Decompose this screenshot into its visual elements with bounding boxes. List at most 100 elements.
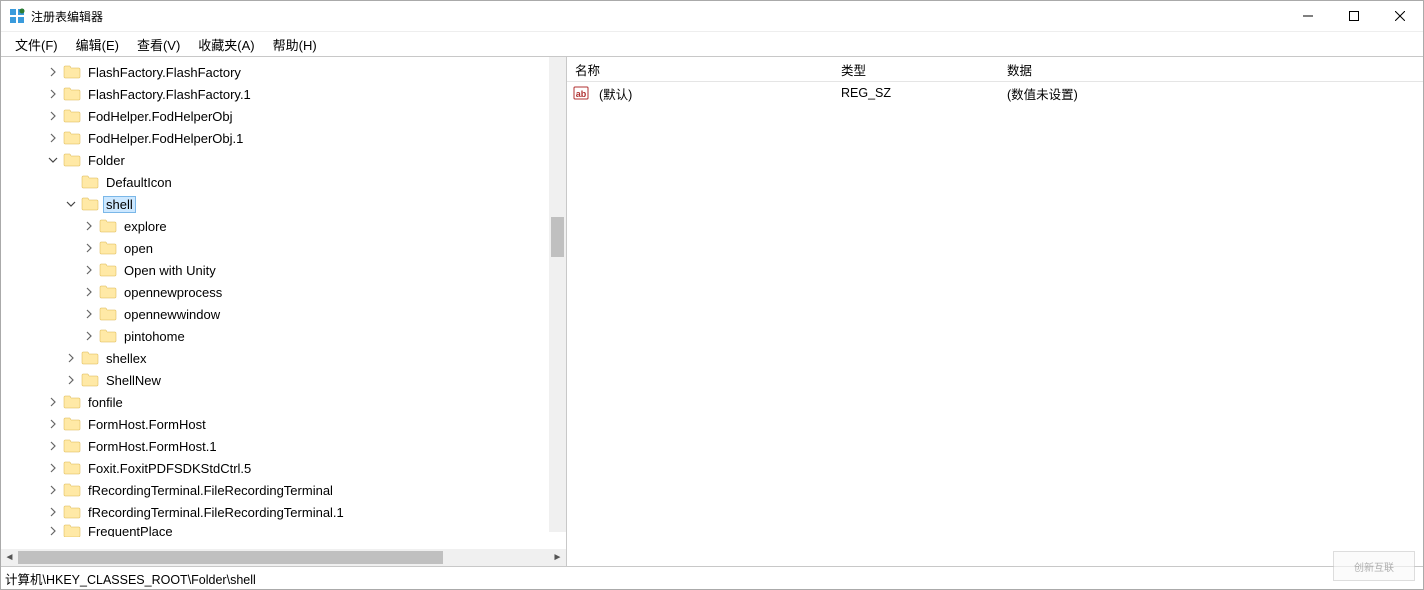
menu-favorites[interactable]: 收藏夹(A) xyxy=(190,33,262,56)
tree-item-label: shell xyxy=(103,196,136,213)
tree-item[interactable]: opennewwindow xyxy=(1,303,566,325)
folder-icon xyxy=(63,460,81,476)
tree-item-label: Foxit.FoxitPDFSDKStdCtrl.5 xyxy=(85,460,254,477)
menu-help[interactable]: 帮助(H) xyxy=(265,33,325,56)
tree-item-label: Folder xyxy=(85,152,128,169)
hscroll-left-button[interactable]: ◄ xyxy=(1,549,18,566)
value-data: (数值未设置) xyxy=(999,84,1423,103)
hscroll-track[interactable] xyxy=(18,549,549,566)
statusbar: 计算机\HKEY_CLASSES_ROOT\Folder\shell xyxy=(1,566,1423,589)
folder-icon xyxy=(99,284,117,300)
tree-item[interactable]: FrequentPlace xyxy=(1,523,566,537)
tree-item[interactable]: FodHelper.FodHelperObj.1 xyxy=(1,127,566,149)
tree-item[interactable]: fRecordingTerminal.FileRecordingTerminal xyxy=(1,479,566,501)
tree-expander-icon[interactable] xyxy=(45,394,61,410)
tree-item[interactable]: explore xyxy=(1,215,566,237)
tree-item-label: opennewprocess xyxy=(121,284,225,301)
tree-expander-icon[interactable] xyxy=(63,350,79,366)
tree-item[interactable]: DefaultIcon xyxy=(1,171,566,193)
tree-item[interactable]: fRecordingTerminal.FileRecordingTerminal… xyxy=(1,501,566,523)
tree-expander-icon[interactable] xyxy=(45,482,61,498)
tree-expander-icon[interactable] xyxy=(63,174,79,190)
tree-item-label: FlashFactory.FlashFactory.1 xyxy=(85,86,254,103)
tree-scroll-area[interactable]: FlashFactory.FlashFactory FlashFactory.Fl… xyxy=(1,57,566,549)
tree-item-label: DefaultIcon xyxy=(103,174,175,191)
tree-pane: FlashFactory.FlashFactory FlashFactory.Fl… xyxy=(1,57,567,566)
tree-expander-icon[interactable] xyxy=(63,196,79,212)
tree-expander-icon[interactable] xyxy=(81,284,97,300)
value-list-pane: 名称 类型 数据 ab(默认)REG_SZ(数值未设置) xyxy=(567,57,1423,566)
hscroll-thumb[interactable] xyxy=(18,551,443,564)
maximize-button[interactable] xyxy=(1331,1,1377,31)
value-list-row[interactable]: ab(默认)REG_SZ(数值未设置) xyxy=(567,82,1423,104)
tree-expander-icon[interactable] xyxy=(45,130,61,146)
menu-view[interactable]: 查看(V) xyxy=(129,33,188,56)
window-title: 注册表编辑器 xyxy=(31,8,103,25)
tree-item[interactable]: FlashFactory.FlashFactory.1 xyxy=(1,83,566,105)
tree-expander-icon[interactable] xyxy=(81,328,97,344)
tree-expander-icon[interactable] xyxy=(81,218,97,234)
tree-item[interactable]: pintohome xyxy=(1,325,566,347)
value-list-body[interactable]: ab(默认)REG_SZ(数值未设置) xyxy=(567,82,1423,566)
folder-icon xyxy=(63,416,81,432)
tree-item[interactable]: Folder xyxy=(1,149,566,171)
tree-expander-icon[interactable] xyxy=(45,108,61,124)
tree-vertical-scrollbar[interactable] xyxy=(549,57,566,532)
tree-horizontal-scrollbar[interactable]: ◄ ► xyxy=(1,549,566,566)
menu-file[interactable]: 文件(F) xyxy=(7,33,66,56)
tree-item-label: ShellNew xyxy=(103,372,164,389)
tree-item[interactable]: FormHost.FormHost xyxy=(1,413,566,435)
column-header-type[interactable]: 类型 xyxy=(833,60,999,79)
folder-icon xyxy=(63,64,81,80)
menu-edit[interactable]: 编辑(E) xyxy=(68,33,127,56)
minimize-button[interactable] xyxy=(1285,1,1331,31)
minimize-icon xyxy=(1303,11,1313,21)
folder-icon xyxy=(63,130,81,146)
column-header-data[interactable]: 数据 xyxy=(999,60,1423,79)
tree-item[interactable]: shell xyxy=(1,193,566,215)
tree-item-label: fRecordingTerminal.FileRecordingTerminal xyxy=(85,482,336,499)
tree-expander-icon[interactable] xyxy=(81,262,97,278)
tree-item-label: pintohome xyxy=(121,328,188,345)
folder-icon xyxy=(63,394,81,410)
tree-item[interactable]: fonfile xyxy=(1,391,566,413)
close-button[interactable] xyxy=(1377,1,1423,31)
tree-expander-icon[interactable] xyxy=(45,504,61,520)
tree-expander-icon[interactable] xyxy=(45,152,61,168)
close-icon xyxy=(1395,11,1405,21)
column-header-name[interactable]: 名称 xyxy=(567,60,833,79)
tree-item-label: Open with Unity xyxy=(121,262,219,279)
folder-icon xyxy=(63,152,81,168)
tree-item[interactable]: opennewprocess xyxy=(1,281,566,303)
tree-expander-icon[interactable] xyxy=(45,86,61,102)
tree-expander-icon[interactable] xyxy=(81,306,97,322)
menubar: 文件(F) 编辑(E) 查看(V) 收藏夹(A) 帮助(H) xyxy=(1,32,1423,56)
tree-expander-icon[interactable] xyxy=(45,64,61,80)
tree-item[interactable]: ShellNew xyxy=(1,369,566,391)
tree-expander-icon[interactable] xyxy=(63,372,79,388)
tree-expander-icon[interactable] xyxy=(45,438,61,454)
tree-item[interactable]: FormHost.FormHost.1 xyxy=(1,435,566,457)
tree-expander-icon[interactable] xyxy=(45,460,61,476)
folder-icon xyxy=(63,108,81,124)
tree-expander-icon[interactable] xyxy=(81,240,97,256)
folder-icon xyxy=(99,328,117,344)
tree-item[interactable]: FodHelper.FodHelperObj xyxy=(1,105,566,127)
folder-icon xyxy=(63,504,81,520)
tree-item-label: FodHelper.FodHelperObj xyxy=(85,108,236,125)
tree-expander-icon[interactable] xyxy=(45,523,61,537)
folder-icon xyxy=(81,350,99,366)
tree-item-label: open xyxy=(121,240,156,257)
tree-item[interactable]: FlashFactory.FlashFactory xyxy=(1,61,566,83)
tree-vertical-scrollbar-thumb[interactable] xyxy=(551,217,564,257)
tree-item[interactable]: Open with Unity xyxy=(1,259,566,281)
tree-item[interactable]: Foxit.FoxitPDFSDKStdCtrl.5 xyxy=(1,457,566,479)
tree-item-label: FodHelper.FodHelperObj.1 xyxy=(85,130,246,147)
hscroll-right-button[interactable]: ► xyxy=(549,549,566,566)
tree-item[interactable]: shellex xyxy=(1,347,566,369)
folder-icon xyxy=(63,523,81,537)
tree-expander-icon[interactable] xyxy=(45,416,61,432)
value-type: REG_SZ xyxy=(833,86,999,100)
tree-item[interactable]: open xyxy=(1,237,566,259)
tree-item-label: FlashFactory.FlashFactory xyxy=(85,64,244,81)
